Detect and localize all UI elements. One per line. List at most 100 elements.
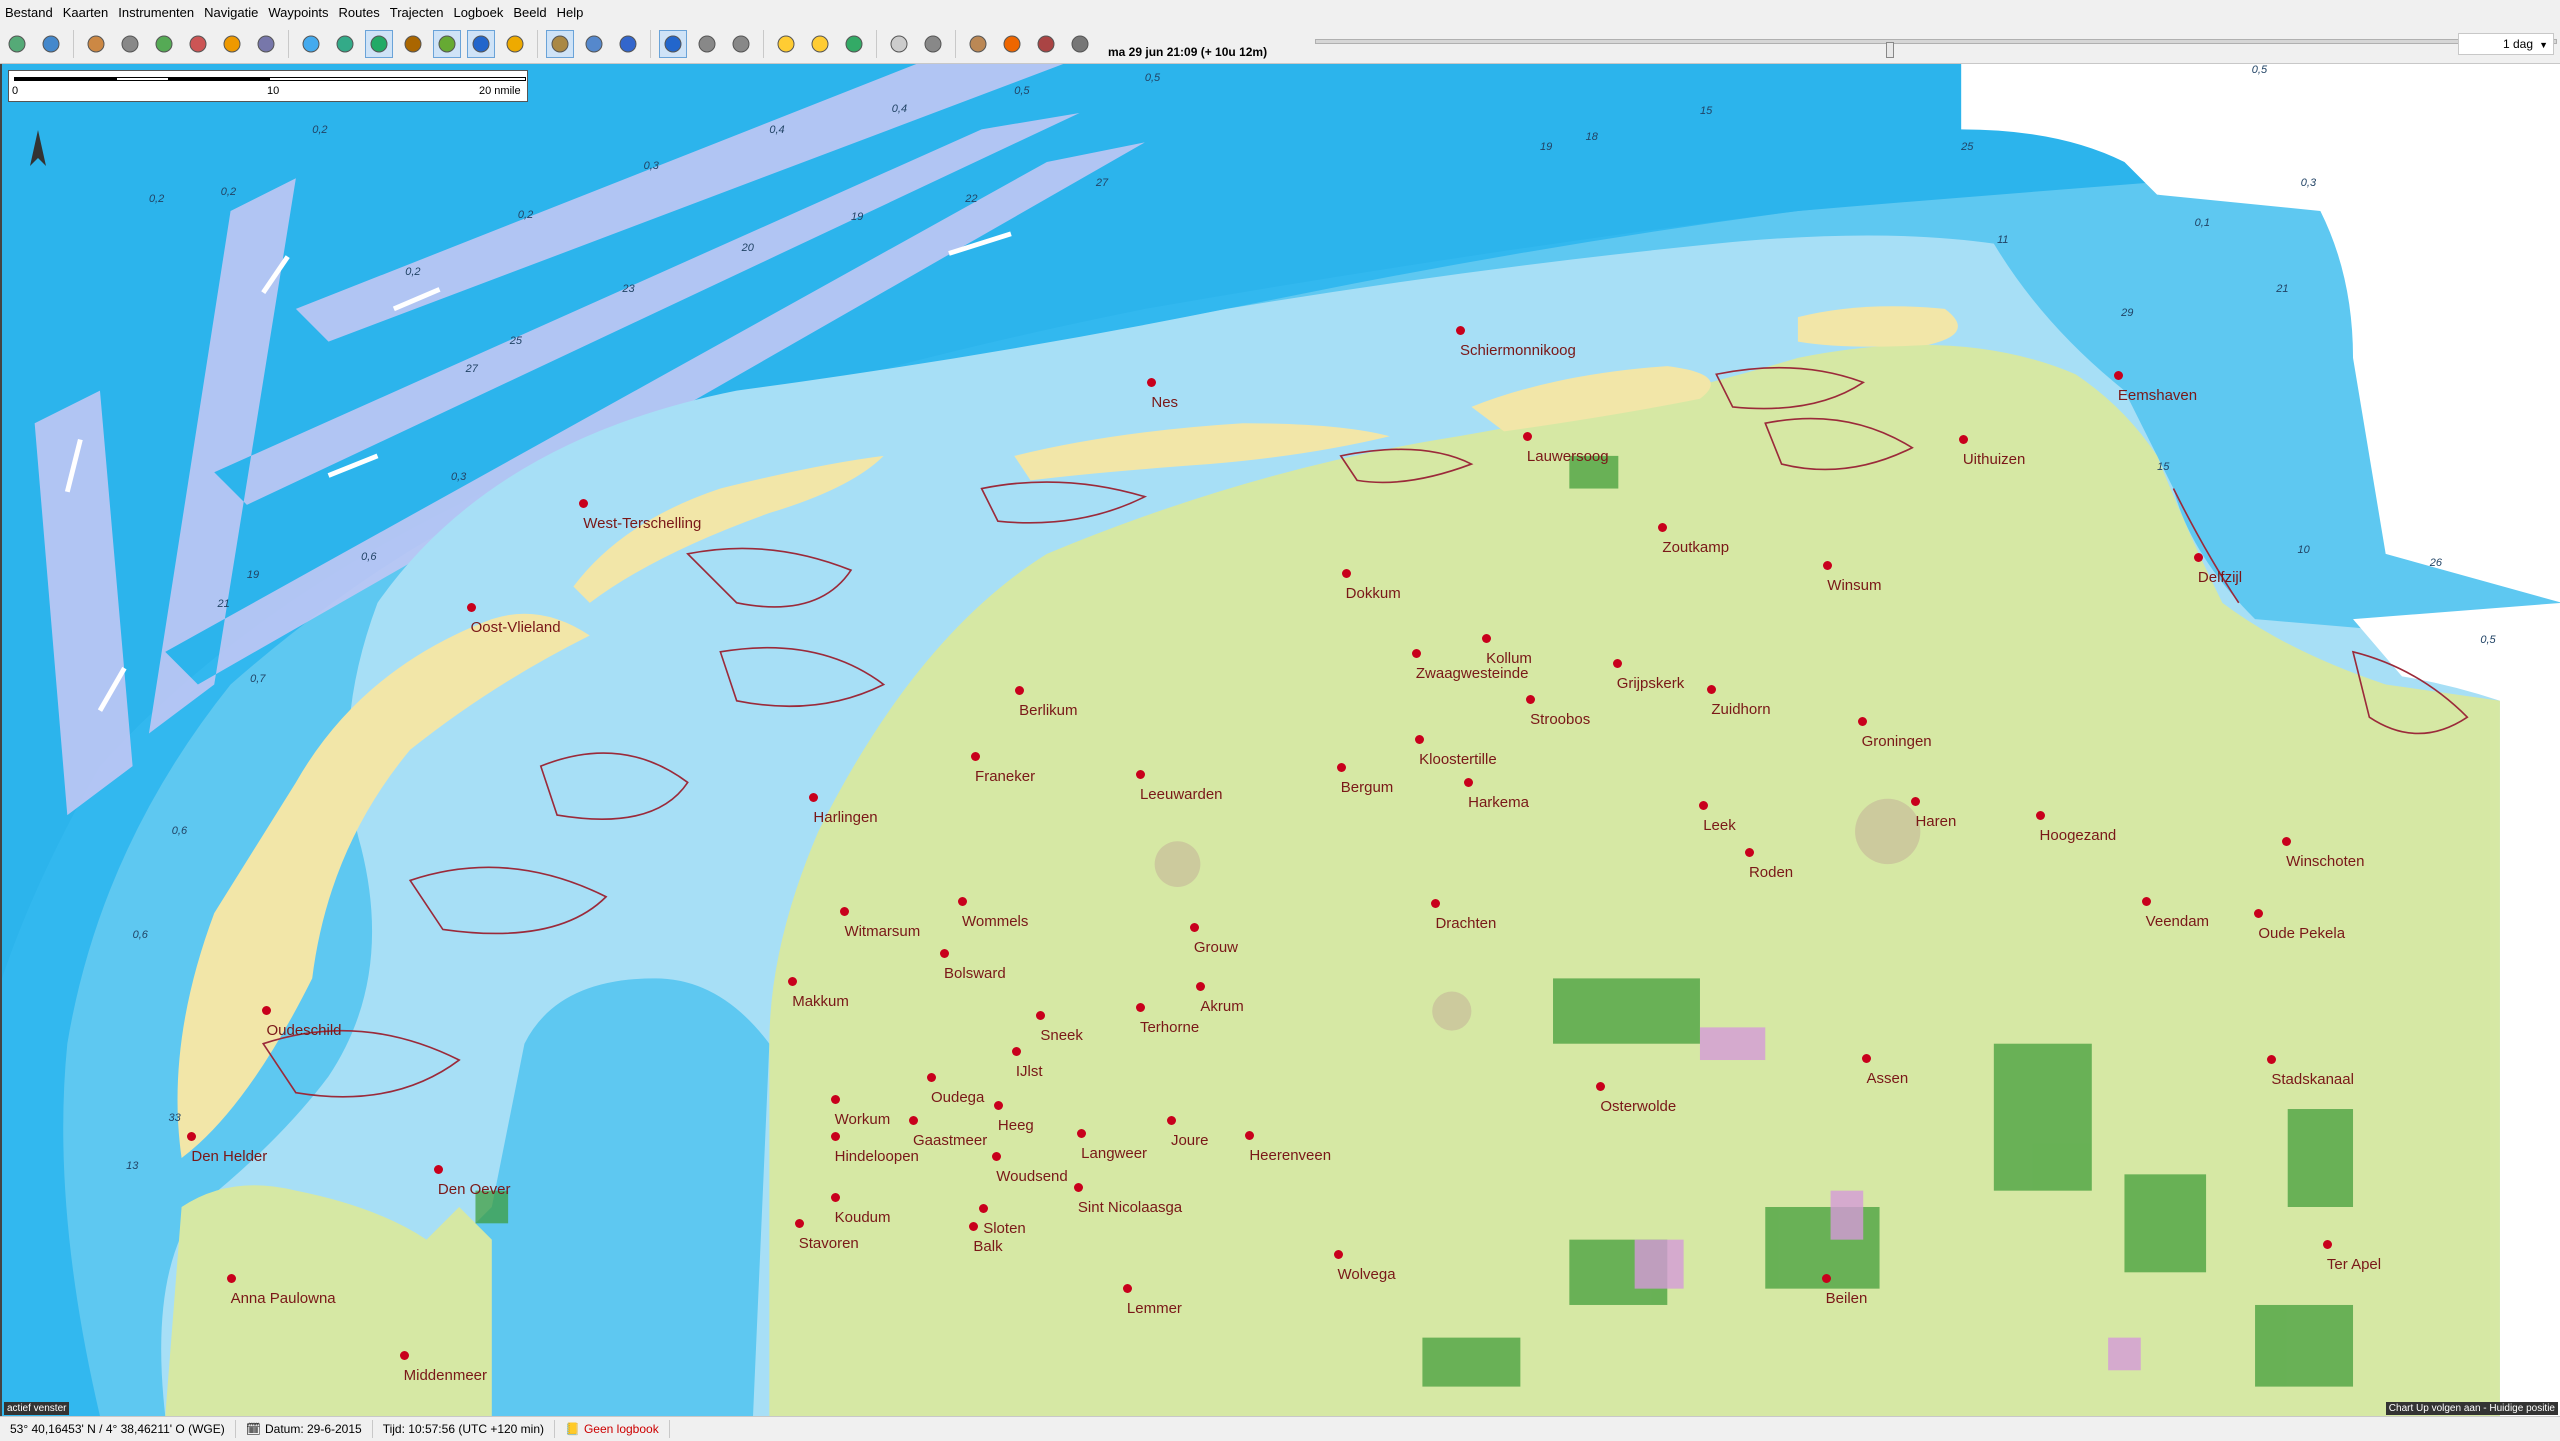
north-up-button[interactable]: [399, 30, 427, 58]
place-label[interactable]: Lemmer: [1122, 1284, 1182, 1317]
chart-map[interactable]: 0 10 20 nmile West-Terschelling Oost-Vlie…: [0, 64, 2560, 1416]
place-label[interactable]: Langweer: [1077, 1128, 1147, 1162]
place-label[interactable]: Beilen: [1821, 1274, 1867, 1307]
place-label[interactable]: Uithuizen: [1958, 434, 2025, 468]
db-button[interactable]: [37, 30, 65, 58]
track-button[interactable]: [150, 30, 178, 58]
time-range-select[interactable]: 1 dag ▼: [2458, 33, 2554, 55]
place-label[interactable]: Kloostertille: [1415, 735, 1497, 768]
place-label[interactable]: Sloten: [979, 1204, 1026, 1237]
zoom-button[interactable]: [580, 30, 608, 58]
place-label[interactable]: Haren: [1911, 797, 1956, 830]
place-label[interactable]: Leek: [1699, 800, 1736, 834]
place-label[interactable]: Anna Paulowna: [226, 1274, 336, 1307]
zoom-out-button[interactable]: [727, 30, 755, 58]
sound-button[interactable]: [3, 30, 31, 58]
place-label[interactable]: Stadskanaal: [2267, 1055, 2354, 1088]
place-label[interactable]: Zuidhorn: [1707, 684, 1771, 718]
place-label[interactable]: Nes: [1147, 377, 1178, 411]
place-label[interactable]: Franeker: [971, 751, 1035, 785]
place-label[interactable]: Oudeschild: [262, 1006, 342, 1039]
place-label[interactable]: Winschoten: [2282, 836, 2364, 870]
place-label[interactable]: Koudum: [830, 1192, 891, 1226]
warning-button[interactable]: [501, 30, 529, 58]
people-button[interactable]: [1066, 30, 1094, 58]
place-label[interactable]: Joure: [1166, 1115, 1209, 1149]
db-stats-button[interactable]: [82, 30, 110, 58]
menu-beeld[interactable]: Beeld: [508, 5, 551, 20]
place-label[interactable]: Zoutkamp: [1658, 523, 1729, 556]
place-label[interactable]: Ter Apel: [2322, 1239, 2381, 1273]
place-label[interactable]: Balk: [969, 1222, 1003, 1255]
place-label[interactable]: Woudsend: [992, 1151, 1068, 1185]
place-label[interactable]: Harlingen: [809, 792, 878, 826]
place-label[interactable]: Drachten: [1431, 898, 1496, 932]
place-label[interactable]: Makkum: [788, 977, 849, 1010]
place-label[interactable]: Oost-Vlieland: [466, 603, 561, 636]
place-label[interactable]: Wommels: [958, 897, 1028, 930]
place-label[interactable]: Dokkum: [1341, 568, 1401, 602]
clock-button[interactable]: [998, 30, 1026, 58]
time-slider-track[interactable]: [1315, 39, 2557, 58]
menu-logboek[interactable]: Logboek: [448, 5, 508, 20]
save-button[interactable]: [919, 30, 947, 58]
place-label[interactable]: Hoogezand: [2035, 810, 2116, 844]
place-label[interactable]: Stavoren: [794, 1218, 859, 1252]
place-label[interactable]: Winsum: [1823, 560, 1881, 594]
place-label[interactable]: Eemshaven: [2113, 371, 2197, 404]
place-label[interactable]: Osterwolde: [1596, 1081, 1676, 1115]
place-label[interactable]: Sneek: [1036, 1011, 1083, 1044]
place-label[interactable]: Assen: [1862, 1053, 1908, 1087]
select-button[interactable]: [331, 30, 359, 58]
place-label[interactable]: Groningen: [1857, 717, 1932, 750]
menu-navigatie[interactable]: Navigatie: [199, 5, 263, 20]
place-label[interactable]: Heerenveen: [1245, 1130, 1331, 1164]
chart-button[interactable]: [365, 30, 393, 58]
place-label[interactable]: Zwaagwesteinde: [1411, 648, 1528, 682]
box-button[interactable]: [964, 30, 992, 58]
marker-button[interactable]: [218, 30, 246, 58]
layers-button[interactable]: [252, 30, 280, 58]
tide-button[interactable]: [467, 30, 495, 58]
route-draw-button[interactable]: [116, 30, 144, 58]
place-label[interactable]: Workum: [830, 1094, 890, 1128]
logbook-status[interactable]: 📒 Geen logbook: [555, 1420, 670, 1438]
measure-button[interactable]: [184, 30, 212, 58]
gauge-button[interactable]: [1032, 30, 1060, 58]
place-label[interactable]: Grijpskerk: [1612, 658, 1684, 692]
place-label[interactable]: Oudega: [926, 1073, 984, 1106]
place-label[interactable]: Lauwersoog: [1522, 431, 1609, 465]
lamp-button[interactable]: [772, 30, 800, 58]
place-label[interactable]: Hindeloopen: [830, 1132, 919, 1165]
connect-button[interactable]: [840, 30, 868, 58]
course-up-button[interactable]: [433, 30, 461, 58]
menu-help[interactable]: Help: [552, 5, 589, 20]
place-label[interactable]: Berlikum: [1015, 686, 1078, 719]
place-label[interactable]: Wolvega: [1333, 1249, 1396, 1283]
place-label[interactable]: Gaastmeer: [909, 1115, 987, 1149]
place-label[interactable]: Oude Pekela: [2254, 908, 2345, 942]
menu-instrumenten[interactable]: Instrumenten: [113, 5, 199, 20]
place-label[interactable]: Bolsward: [940, 949, 1006, 982]
place-label[interactable]: Harkema: [1464, 777, 1529, 811]
place-label[interactable]: Middenmeer: [399, 1351, 487, 1384]
move-button[interactable]: [659, 30, 687, 58]
place-label[interactable]: Witmarsum: [840, 906, 920, 940]
menu-kaarten[interactable]: Kaarten: [58, 5, 114, 20]
menu-bestand[interactable]: Bestand: [0, 5, 58, 20]
globe-button[interactable]: [297, 30, 325, 58]
place-label[interactable]: Heeg: [993, 1101, 1034, 1134]
compass-button[interactable]: [546, 30, 574, 58]
place-label[interactable]: Delfzijl: [2193, 552, 2242, 586]
light-button[interactable]: [806, 30, 834, 58]
place-label[interactable]: Sint Nicolaasga: [1073, 1182, 1182, 1216]
place-label[interactable]: Terhorne: [1135, 1003, 1199, 1036]
place-label[interactable]: Den Helder: [187, 1132, 267, 1165]
place-label[interactable]: Akrum: [1196, 981, 1244, 1015]
place-label[interactable]: Stroobos: [1526, 694, 1590, 728]
place-label[interactable]: West-Terschelling: [579, 498, 701, 532]
menu-trajecten[interactable]: Trajecten: [385, 5, 449, 20]
place-label[interactable]: Bergum: [1336, 763, 1393, 796]
time-slider-thumb[interactable]: [1886, 42, 1894, 58]
place-label[interactable]: Veendam: [2141, 897, 2209, 930]
